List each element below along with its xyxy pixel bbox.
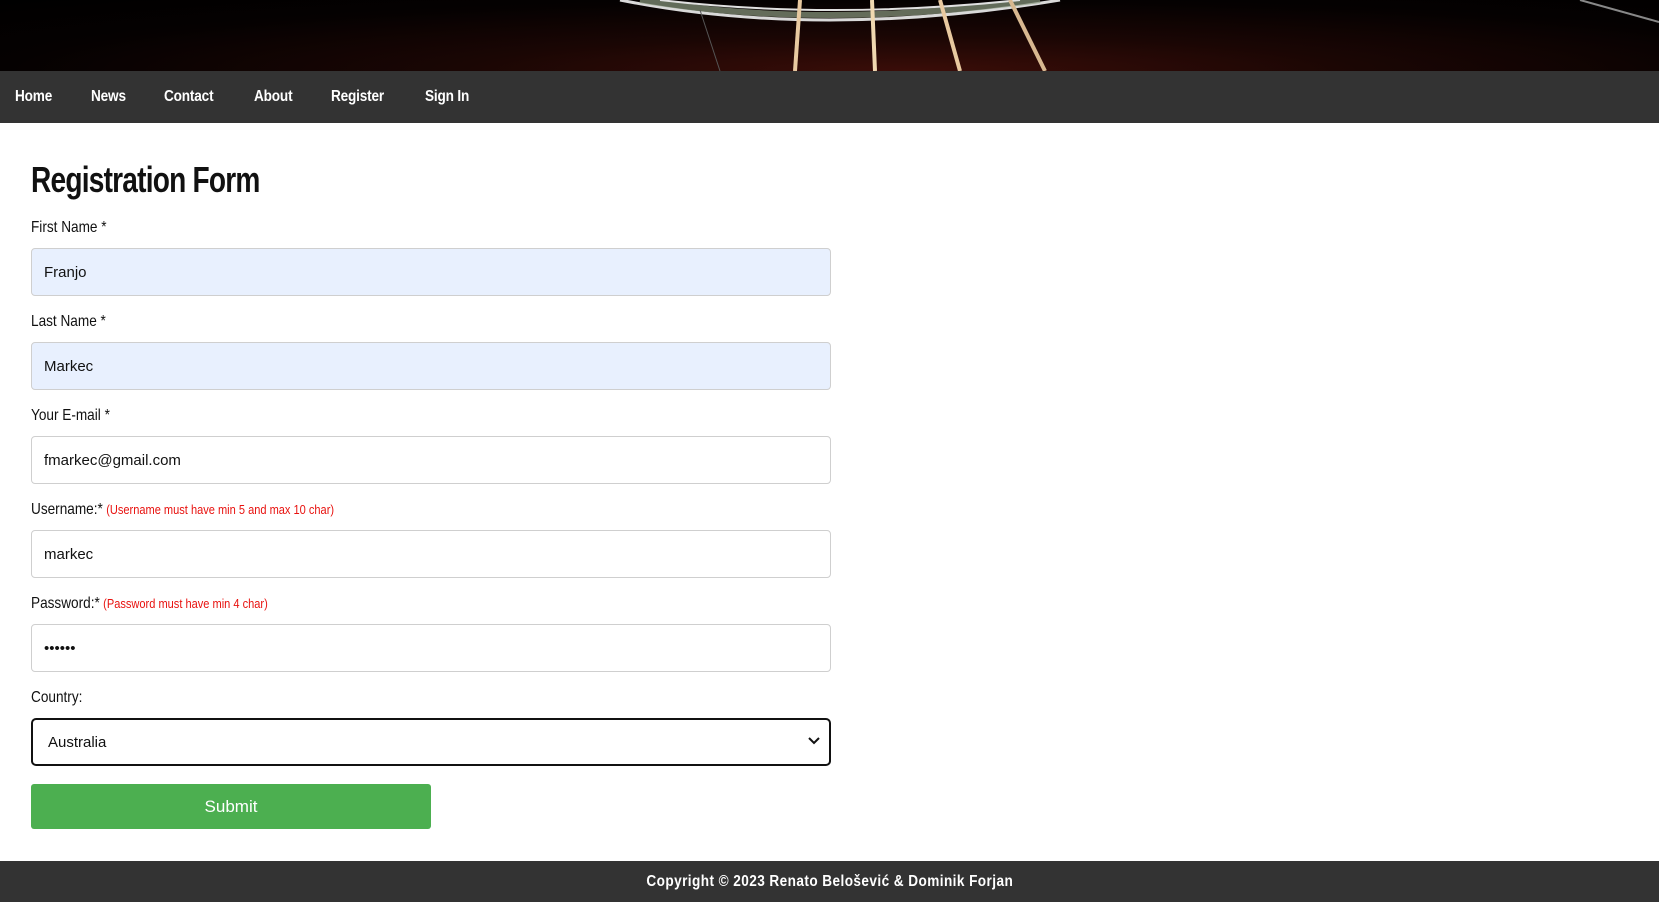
nav-home[interactable]: Home: [15, 88, 52, 106]
email-input[interactable]: [31, 436, 831, 484]
header-banner: [0, 0, 1659, 71]
guitar-strings-image: [619, 0, 1659, 71]
nav-sign-in[interactable]: Sign In: [425, 88, 469, 106]
username-label: Username:* (Username must have min 5 and …: [31, 501, 335, 518]
chevron-down-icon: [808, 737, 820, 745]
first-name-input[interactable]: [31, 248, 831, 296]
main-nav: Home News Contact About Register Sign In: [0, 71, 1659, 123]
username-input[interactable]: [31, 530, 831, 578]
username-hint: (Username must have min 5 and max 10 cha…: [106, 502, 335, 517]
country-select[interactable]: Australia: [31, 718, 831, 766]
nav-contact[interactable]: Contact: [164, 88, 214, 106]
page-title: Registration Form: [31, 159, 260, 200]
nav-about[interactable]: About: [254, 88, 293, 106]
first-name-label: First Name *: [31, 219, 107, 236]
password-hint: (Password must have min 4 char): [103, 596, 268, 611]
last-name-input[interactable]: [31, 342, 831, 390]
country-label: Country:: [31, 689, 83, 706]
submit-button[interactable]: Submit: [31, 784, 431, 829]
nav-news[interactable]: News: [91, 88, 126, 106]
copyright-text: Copyright © 2023 Renato Belošević & Domi…: [646, 872, 1013, 890]
password-input[interactable]: [31, 624, 831, 672]
password-label: Password:* (Password must have min 4 char…: [31, 595, 268, 612]
nav-register[interactable]: Register: [331, 88, 384, 106]
footer: Copyright © 2023 Renato Belošević & Domi…: [0, 861, 1659, 902]
last-name-label: Last Name *: [31, 313, 106, 330]
country-selected-value: Australia: [48, 733, 107, 751]
email-label: Your E-mail *: [31, 407, 110, 424]
